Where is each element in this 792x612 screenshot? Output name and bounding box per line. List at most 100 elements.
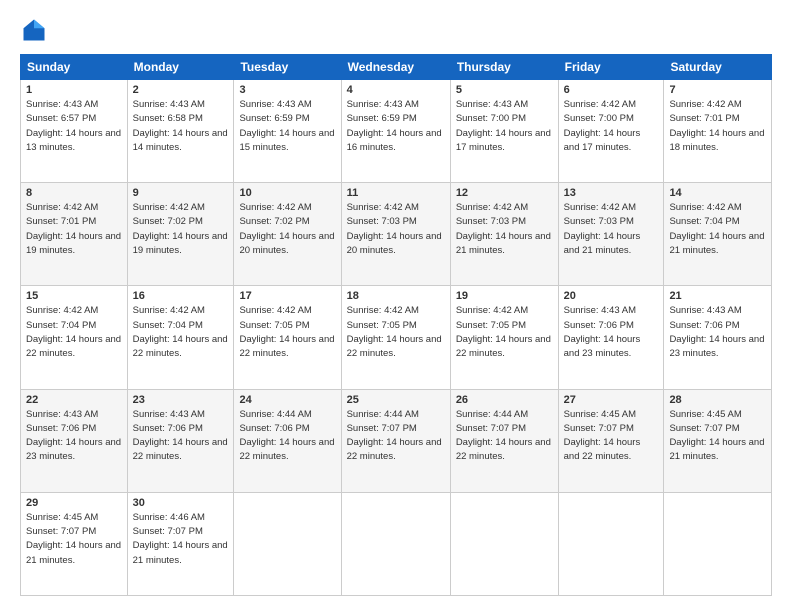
- day-number: 12: [456, 187, 553, 199]
- day-info: Sunrise: 4:43 AMSunset: 7:06 PMDaylight:…: [133, 408, 229, 465]
- calendar-cell: [234, 492, 341, 595]
- day-info: Sunrise: 4:42 AMSunset: 7:02 PMDaylight:…: [239, 201, 335, 258]
- calendar-cell: 15 Sunrise: 4:42 AMSunset: 7:04 PMDayligh…: [21, 286, 128, 389]
- day-info: Sunrise: 4:43 AMSunset: 7:06 PMDaylight:…: [564, 304, 659, 361]
- day-info: Sunrise: 4:42 AMSunset: 7:05 PMDaylight:…: [239, 304, 335, 361]
- calendar-cell: 22 Sunrise: 4:43 AMSunset: 7:06 PMDayligh…: [21, 389, 128, 492]
- calendar-cell: 16 Sunrise: 4:42 AMSunset: 7:04 PMDayligh…: [127, 286, 234, 389]
- day-number: 3: [239, 84, 335, 96]
- day-number: 5: [456, 84, 553, 96]
- day-number: 10: [239, 187, 335, 199]
- day-info: Sunrise: 4:43 AMSunset: 6:59 PMDaylight:…: [347, 98, 445, 155]
- calendar-cell: 23 Sunrise: 4:43 AMSunset: 7:06 PMDayligh…: [127, 389, 234, 492]
- calendar-cell: 29Sunrise: 4:45 AMSunset: 7:07 PMDayligh…: [21, 492, 128, 595]
- day-info: Sunrise: 4:42 AMSunset: 7:05 PMDaylight:…: [347, 304, 445, 361]
- day-info: Sunrise: 4:42 AMSunset: 7:01 PMDaylight:…: [669, 98, 766, 155]
- day-info: Sunrise: 4:42 AMSunset: 7:00 PMDaylight:…: [564, 98, 659, 155]
- calendar-cell: 19 Sunrise: 4:42 AMSunset: 7:05 PMDayligh…: [450, 286, 558, 389]
- calendar-cell: 4 Sunrise: 4:43 AMSunset: 6:59 PMDaylight…: [341, 80, 450, 183]
- day-info: Sunrise: 4:43 AMSunset: 7:06 PMDaylight:…: [26, 408, 122, 465]
- calendar-table: SundayMondayTuesdayWednesdayThursdayFrid…: [20, 54, 772, 596]
- day-info: Sunrise: 4:44 AMSunset: 7:06 PMDaylight:…: [239, 408, 335, 465]
- day-number: 22: [26, 394, 122, 406]
- day-number: 18: [347, 290, 445, 302]
- calendar-cell: [450, 492, 558, 595]
- calendar-week-5: 29Sunrise: 4:45 AMSunset: 7:07 PMDayligh…: [21, 492, 772, 595]
- header: [20, 16, 772, 44]
- day-info: Sunrise: 4:44 AMSunset: 7:07 PMDaylight:…: [456, 408, 553, 465]
- day-number: 17: [239, 290, 335, 302]
- calendar-cell: 17 Sunrise: 4:42 AMSunset: 7:05 PMDayligh…: [234, 286, 341, 389]
- calendar-cell: 28Sunrise: 4:45 AMSunset: 7:07 PMDayligh…: [664, 389, 772, 492]
- day-info: Sunrise: 4:42 AMSunset: 7:04 PMDaylight:…: [669, 201, 766, 258]
- calendar-cell: 11Sunrise: 4:42 AMSunset: 7:03 PMDayligh…: [341, 183, 450, 286]
- day-info: Sunrise: 4:44 AMSunset: 7:07 PMDaylight:…: [347, 408, 445, 465]
- calendar-cell: 8 Sunrise: 4:42 AMSunset: 7:01 PMDaylight…: [21, 183, 128, 286]
- calendar-cell: [341, 492, 450, 595]
- weekday-header-wednesday: Wednesday: [341, 55, 450, 80]
- day-info: Sunrise: 4:42 AMSunset: 7:04 PMDaylight:…: [26, 304, 122, 361]
- day-number: 8: [26, 187, 122, 199]
- calendar-cell: 25 Sunrise: 4:44 AMSunset: 7:07 PMDayligh…: [341, 389, 450, 492]
- day-info: Sunrise: 4:43 AMSunset: 7:06 PMDaylight:…: [669, 304, 766, 361]
- day-number: 4: [347, 84, 445, 96]
- calendar-cell: [558, 492, 664, 595]
- day-info: Sunrise: 4:46 AMSunset: 7:07 PMDaylight:…: [133, 511, 229, 568]
- calendar-cell: 1 Sunrise: 4:43 AMSunset: 6:57 PMDaylight…: [21, 80, 128, 183]
- calendar-cell: 27 Sunrise: 4:45 AMSunset: 7:07 PMDayligh…: [558, 389, 664, 492]
- calendar-week-2: 8 Sunrise: 4:42 AMSunset: 7:01 PMDaylight…: [21, 183, 772, 286]
- day-info: Sunrise: 4:42 AMSunset: 7:05 PMDaylight:…: [456, 304, 553, 361]
- day-number: 30: [133, 497, 229, 509]
- day-number: 25: [347, 394, 445, 406]
- day-info: Sunrise: 4:42 AMSunset: 7:03 PMDaylight:…: [564, 201, 659, 258]
- day-number: 13: [564, 187, 659, 199]
- day-info: Sunrise: 4:43 AMSunset: 6:57 PMDaylight:…: [26, 98, 122, 155]
- calendar-cell: [664, 492, 772, 595]
- calendar-cell: 14Sunrise: 4:42 AMSunset: 7:04 PMDayligh…: [664, 183, 772, 286]
- day-number: 15: [26, 290, 122, 302]
- calendar-cell: 10 Sunrise: 4:42 AMSunset: 7:02 PMDayligh…: [234, 183, 341, 286]
- calendar-cell: 30 Sunrise: 4:46 AMSunset: 7:07 PMDayligh…: [127, 492, 234, 595]
- weekday-header-sunday: Sunday: [21, 55, 128, 80]
- calendar-cell: 6 Sunrise: 4:42 AMSunset: 7:00 PMDaylight…: [558, 80, 664, 183]
- day-info: Sunrise: 4:43 AMSunset: 6:59 PMDaylight:…: [239, 98, 335, 155]
- day-number: 24: [239, 394, 335, 406]
- day-info: Sunrise: 4:45 AMSunset: 7:07 PMDaylight:…: [564, 408, 659, 465]
- weekday-header-row: SundayMondayTuesdayWednesdayThursdayFrid…: [21, 55, 772, 80]
- calendar-week-4: 22 Sunrise: 4:43 AMSunset: 7:06 PMDayligh…: [21, 389, 772, 492]
- calendar-cell: 9Sunrise: 4:42 AMSunset: 7:02 PMDaylight…: [127, 183, 234, 286]
- calendar-cell: 12 Sunrise: 4:42 AMSunset: 7:03 PMDayligh…: [450, 183, 558, 286]
- day-number: 1: [26, 84, 122, 96]
- calendar-cell: 20 Sunrise: 4:43 AMSunset: 7:06 PMDayligh…: [558, 286, 664, 389]
- day-number: 6: [564, 84, 659, 96]
- day-number: 27: [564, 394, 659, 406]
- day-info: Sunrise: 4:42 AMSunset: 7:03 PMDaylight:…: [456, 201, 553, 258]
- day-number: 19: [456, 290, 553, 302]
- weekday-header-tuesday: Tuesday: [234, 55, 341, 80]
- weekday-header-friday: Friday: [558, 55, 664, 80]
- day-number: 16: [133, 290, 229, 302]
- day-info: Sunrise: 4:42 AMSunset: 7:04 PMDaylight:…: [133, 304, 229, 361]
- day-info: Sunrise: 4:42 AMSunset: 7:01 PMDaylight:…: [26, 201, 122, 258]
- logo: [20, 16, 52, 44]
- calendar-cell: 3 Sunrise: 4:43 AMSunset: 6:59 PMDaylight…: [234, 80, 341, 183]
- calendar-cell: 24 Sunrise: 4:44 AMSunset: 7:06 PMDayligh…: [234, 389, 341, 492]
- calendar-cell: 7 Sunrise: 4:42 AMSunset: 7:01 PMDaylight…: [664, 80, 772, 183]
- calendar-body: 1 Sunrise: 4:43 AMSunset: 6:57 PMDaylight…: [21, 80, 772, 596]
- day-number: 29: [26, 497, 122, 509]
- day-info: Sunrise: 4:43 AMSunset: 7:00 PMDaylight:…: [456, 98, 553, 155]
- day-number: 20: [564, 290, 659, 302]
- day-number: 21: [669, 290, 766, 302]
- weekday-header-monday: Monday: [127, 55, 234, 80]
- day-number: 28: [669, 394, 766, 406]
- weekday-header-saturday: Saturday: [664, 55, 772, 80]
- day-number: 7: [669, 84, 766, 96]
- day-number: 2: [133, 84, 229, 96]
- page: SundayMondayTuesdayWednesdayThursdayFrid…: [0, 0, 792, 612]
- calendar-cell: 18 Sunrise: 4:42 AMSunset: 7:05 PMDayligh…: [341, 286, 450, 389]
- day-number: 23: [133, 394, 229, 406]
- calendar-cell: 21 Sunrise: 4:43 AMSunset: 7:06 PMDayligh…: [664, 286, 772, 389]
- calendar-week-3: 15 Sunrise: 4:42 AMSunset: 7:04 PMDayligh…: [21, 286, 772, 389]
- weekday-header-thursday: Thursday: [450, 55, 558, 80]
- day-number: 9: [133, 187, 229, 199]
